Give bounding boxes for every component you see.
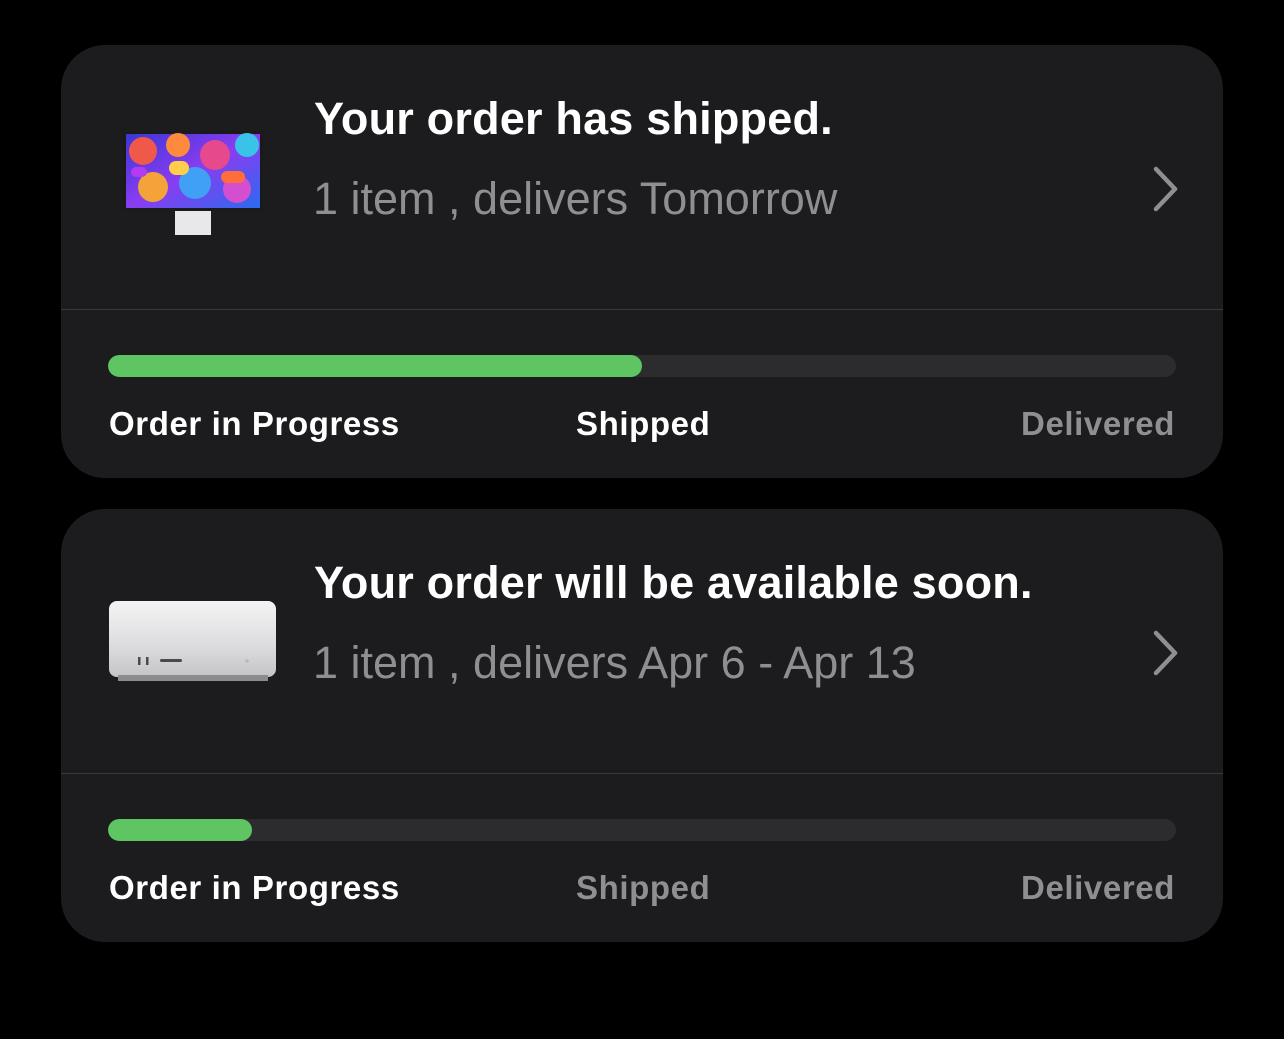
progress-bar — [108, 355, 1176, 377]
chevron-right-icon[interactable] — [1146, 164, 1182, 214]
order-progress-section: Order in Progress Shipped Delivered — [61, 310, 1223, 478]
step-shipped: Shipped — [576, 405, 711, 442]
chevron-right-icon[interactable] — [1146, 628, 1182, 678]
progress-bar — [108, 819, 1176, 841]
step-shipped: Shipped — [576, 869, 711, 906]
order-summary-row[interactable]: Your order has shipped. 1 item , deliver… — [61, 45, 1223, 310]
order-status-title: Your order will be available soon. — [314, 557, 1033, 608]
order-delivery-subtitle: 1 item , delivers Tomorrow — [313, 173, 838, 224]
step-delivered: Delivered — [1021, 405, 1175, 442]
order-delivery-subtitle: 1 item , delivers Apr 6 - Apr 13 — [313, 637, 916, 688]
order-card: Your order will be available soon. 1 ite… — [61, 509, 1223, 942]
progress-bar-fill — [108, 355, 642, 377]
order-status-title: Your order has shipped. — [314, 93, 833, 144]
step-order-in-progress: Order in Progress — [109, 869, 400, 906]
step-delivered: Delivered — [1021, 869, 1175, 906]
step-order-in-progress: Order in Progress — [109, 405, 400, 442]
studio-display-icon — [123, 131, 263, 242]
order-card: Your order has shipped. 1 item , deliver… — [61, 45, 1223, 478]
order-progress-section: Order in Progress Shipped Delivered — [61, 774, 1223, 942]
progress-bar-fill — [108, 819, 253, 841]
mac-studio-icon — [108, 599, 278, 690]
order-summary-row[interactable]: Your order will be available soon. 1 ite… — [61, 509, 1223, 774]
